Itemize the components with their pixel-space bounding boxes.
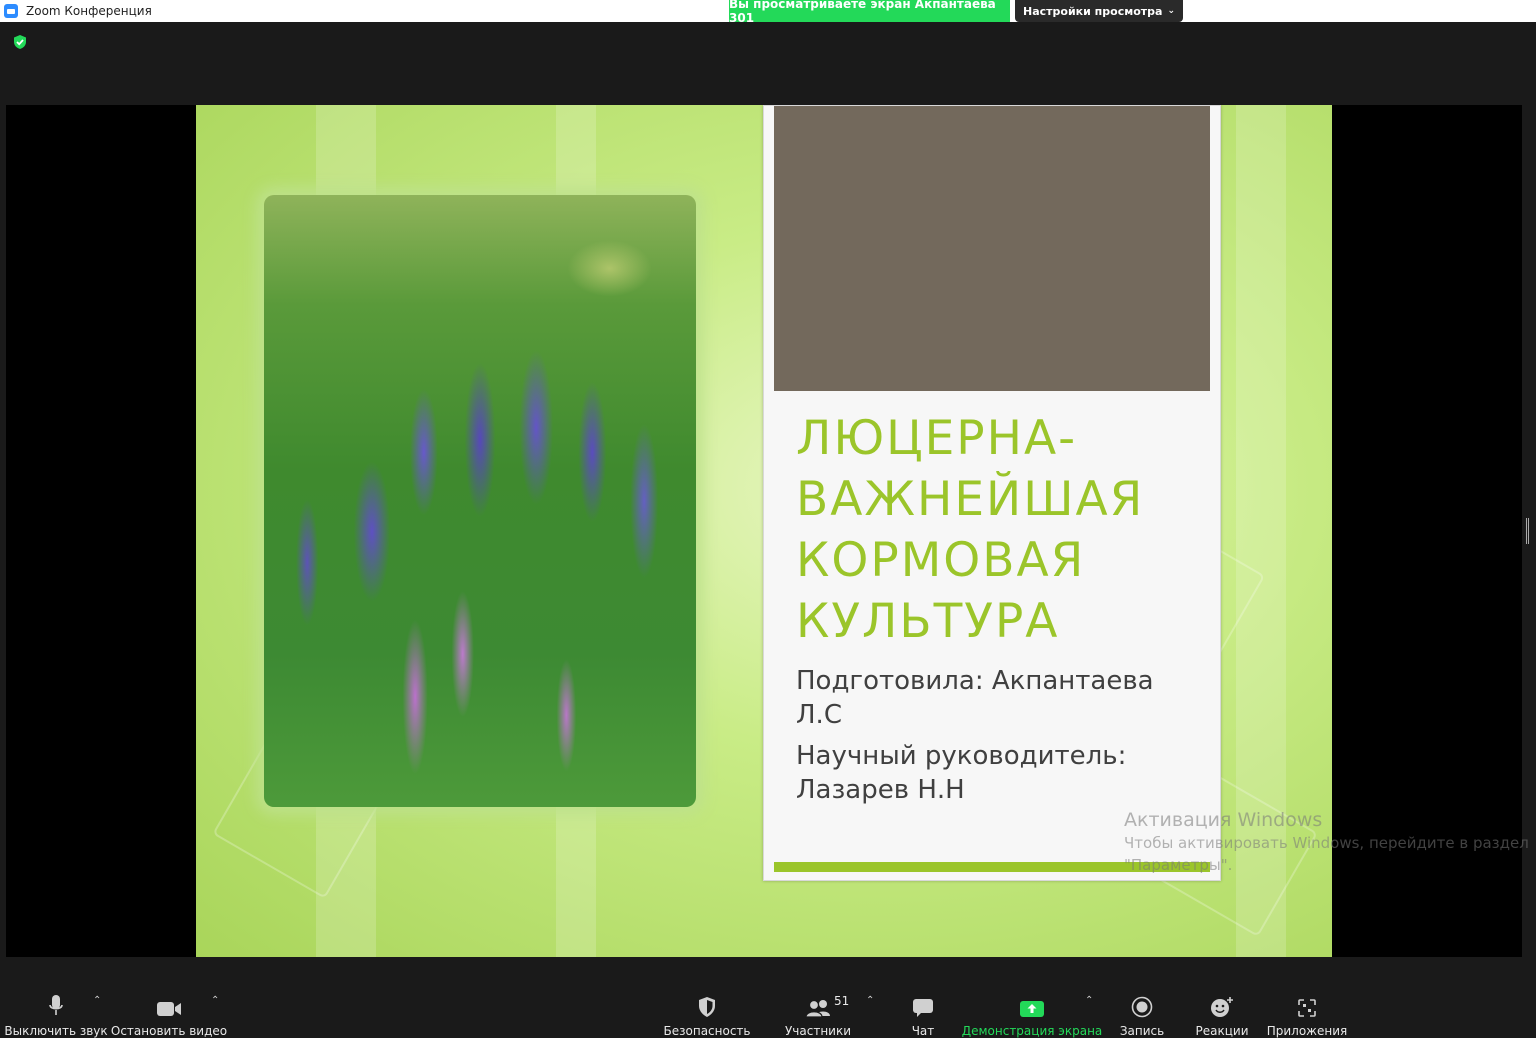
lavender-field-photo xyxy=(264,195,696,807)
view-options-label: Настройки просмотра xyxy=(1023,4,1163,18)
reactions-label: Реакции xyxy=(1195,1024,1249,1038)
record-button[interactable]: Запись xyxy=(1112,975,1172,1038)
resize-handle[interactable] xyxy=(1526,518,1529,544)
share-screen-button[interactable]: Демонстрация экрана xyxy=(962,975,1102,1038)
share-screen-icon xyxy=(1020,1001,1044,1017)
slide-author: Подготовила: Акпантаева Л.С xyxy=(796,666,1154,730)
shield-check-icon[interactable] xyxy=(12,34,28,50)
viewing-share-banner: Вы просматриваете экран Акпантаева 301 xyxy=(729,0,1010,25)
record-label: Запись xyxy=(1119,1024,1165,1038)
watermark-title: Активация Windows xyxy=(1124,809,1323,831)
microphone-icon xyxy=(49,995,63,1015)
slide-title-line: КОРМОВАЯ xyxy=(796,533,1086,588)
video-options-chevron-icon[interactable]: ⌃ xyxy=(211,995,219,1006)
share-options-chevron-icon[interactable]: ⌃ xyxy=(1085,995,1093,1006)
participants-icon xyxy=(805,999,830,1018)
slide-supervisor: Научный руководитель: Лазарев Н.Н xyxy=(796,741,1127,805)
slide-title: ЛЮЦЕРНА- ВАЖНЕЙШАЯ КОРМОВАЯ КУЛЬТУРА xyxy=(796,408,1206,652)
zoom-window: { "window": { "title": "Zoom Конференция… xyxy=(0,0,1536,1038)
watermark-text: Чтобы активировать Windows, перейдите в … xyxy=(1124,834,1529,874)
participants-count: 51 xyxy=(834,994,850,1008)
meeting-toolbar: Выключить звук ⌃ Остановить видео ⌃ Безо… xyxy=(0,975,1536,1038)
mute-label: Выключить звук xyxy=(4,1024,108,1038)
apps-label: Приложения xyxy=(1266,1024,1348,1038)
share-screen-label: Демонстрация экрана xyxy=(961,1024,1103,1038)
chevron-down-icon: ⌄ xyxy=(1167,6,1175,16)
audio-options-chevron-icon[interactable]: ⌃ xyxy=(93,995,101,1006)
video-camera-icon xyxy=(157,1002,181,1016)
view-options-button[interactable]: Настройки просмотра ⌄ xyxy=(1015,0,1183,22)
card-image-placeholder xyxy=(774,106,1210,391)
security-label: Безопасность xyxy=(663,1024,751,1038)
window-title: Zoom Конференция xyxy=(26,4,152,18)
chat-label: Чат xyxy=(911,1024,935,1038)
apps-icon xyxy=(1298,999,1316,1017)
slide-title-line: КУЛЬТУРА xyxy=(796,594,1060,649)
record-icon xyxy=(1131,996,1153,1018)
apps-button[interactable]: Приложения xyxy=(1266,975,1348,1038)
chat-bubble-icon xyxy=(913,999,933,1017)
participants-label: Участники xyxy=(784,1024,852,1038)
security-button[interactable]: Безопасность xyxy=(663,975,751,1038)
slide-title-line: ВАЖНЕЙШАЯ xyxy=(796,472,1145,527)
slide-title-line: ЛЮЦЕРНА- xyxy=(796,411,1078,466)
windows-activation-watermark: Активация Windows Чтобы активировать Win… xyxy=(1124,808,1534,876)
mute-button[interactable]: Выключить звук xyxy=(4,975,108,1038)
reactions-button[interactable]: Реакции xyxy=(1190,975,1254,1038)
shield-icon xyxy=(699,997,715,1017)
stop-video-label: Остановить видео xyxy=(110,1024,228,1038)
emoji-plus-icon xyxy=(1211,997,1233,1017)
zoom-logo-icon xyxy=(4,4,18,18)
stop-video-button[interactable]: Остановить видео xyxy=(110,975,228,1038)
chat-button[interactable]: Чат xyxy=(896,975,950,1038)
participants-options-chevron-icon[interactable]: ⌃ xyxy=(866,995,874,1006)
title-card: ЛЮЦЕРНА- ВАЖНЕЙШАЯ КОРМОВАЯ КУЛЬТУРА Под… xyxy=(763,105,1221,881)
